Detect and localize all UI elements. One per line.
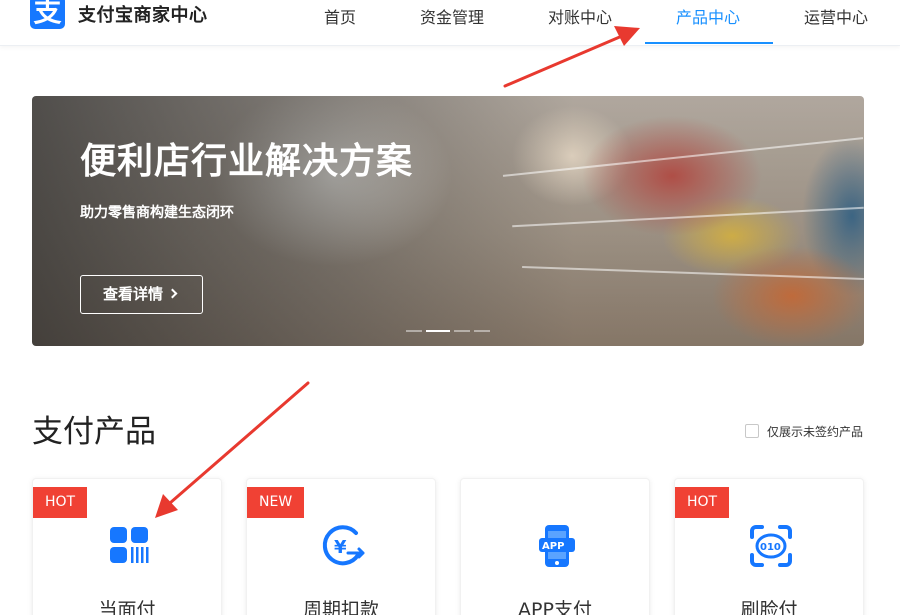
barcode-grid-icon [110, 527, 149, 563]
product-card-face-to-face-pay[interactable]: HOT 当面付 [32, 478, 222, 615]
view-details-label: 查看详情 [103, 285, 164, 303]
nav-product-center[interactable]: 产品中心 [676, 4, 740, 28]
carousel-dot-active[interactable] [426, 330, 450, 332]
product-name: APP支付 [518, 599, 592, 615]
chevron-right-icon [167, 288, 178, 299]
svg-text:010: 010 [760, 542, 781, 553]
carousel-dot[interactable] [454, 330, 470, 332]
product-name: 刷脸付 [740, 599, 798, 615]
svg-text:APP: APP [542, 541, 564, 552]
face-scan-icon: 010 [750, 525, 792, 567]
hot-badge: HOT [675, 487, 730, 518]
top-nav-bar: 支 支付宝商家中心 首页 资金管理 对账中心 产品中心 运营中心 [0, 0, 900, 46]
alipay-logo-icon[interactable]: 支 [30, 0, 65, 29]
product-name: 周期扣款 [302, 599, 379, 615]
unsigned-only-label[interactable]: 仅展示未签约产品 [767, 423, 863, 440]
banner-decor [522, 266, 864, 280]
active-tab-indicator [645, 42, 773, 44]
nav-home[interactable]: 首页 [324, 4, 356, 28]
nav-operation-center[interactable]: 运营中心 [804, 4, 868, 28]
nav-reconciliation[interactable]: 对账中心 [548, 4, 612, 28]
carousel-dot[interactable] [406, 330, 422, 332]
hot-badge: HOT [33, 487, 88, 518]
mobile-app-icon: APP [539, 525, 575, 567]
carousel-dot[interactable] [474, 330, 490, 332]
unsigned-only-checkbox[interactable] [745, 424, 759, 438]
product-name: 当面付 [98, 599, 156, 615]
product-card-face-pay[interactable]: HOT 010 刷脸付 [674, 478, 864, 615]
banner-title: 便利店行业解决方案 [80, 141, 414, 182]
cycle-yuan-icon: ¥ [322, 525, 365, 566]
product-card-recurring-debit[interactable]: NEW ¥ 周期扣款 [246, 478, 436, 615]
product-card-app-pay[interactable]: APP APP支付 [460, 478, 650, 615]
brand-title[interactable]: 支付宝商家中心 [78, 1, 208, 27]
banner-decor [512, 206, 864, 228]
svg-text:¥: ¥ [334, 537, 347, 558]
view-details-button[interactable]: 查看详情 [80, 275, 203, 314]
new-badge: NEW [247, 487, 305, 518]
section-title: 支付产品 [32, 414, 156, 450]
promo-banner[interactable]: 便利店行业解决方案 助力零售商构建生态闭环 查看详情 [32, 96, 864, 346]
banner-decor [502, 137, 864, 177]
nav-fund-management[interactable]: 资金管理 [420, 4, 484, 28]
banner-subtitle: 助力零售商构建生态闭环 [80, 205, 234, 221]
